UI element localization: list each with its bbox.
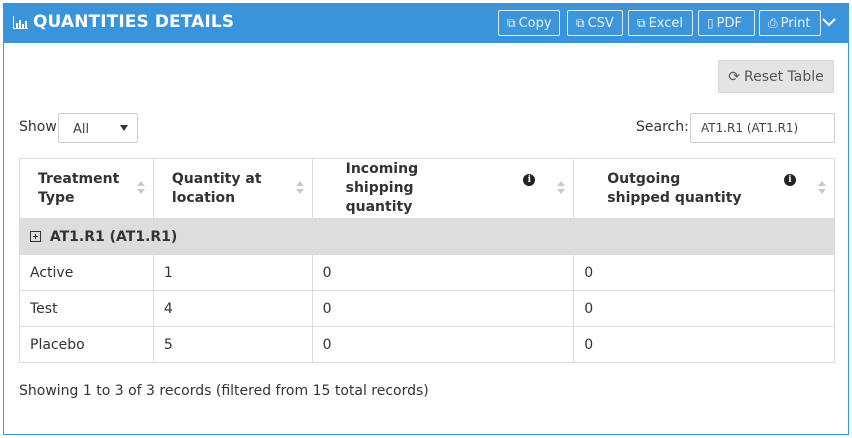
sort-icon [557,181,566,197]
file-pdf-icon: ▯ [707,16,714,30]
print-icon: ⎙ [768,15,778,30]
refresh-icon: ⟳ [728,68,740,85]
search-label: Search: [636,119,689,135]
copy-icon: ⧉ [576,15,585,30]
csv-button[interactable]: ⧉ CSV [567,10,623,36]
info-icon[interactable]: i [523,174,536,186]
cell-outgoing: 0 [573,290,835,327]
search-input[interactable] [690,113,835,143]
panel-title-text: QUANTITIES DETAILS [33,12,235,32]
pdf-button-label: PDF [716,15,742,31]
bar-chart-icon [13,15,28,29]
pdf-button[interactable]: ▯ PDF [698,10,755,36]
table-row: Test 4 0 0 [19,290,835,327]
column-header-label: Treatment Type [38,170,120,206]
print-button[interactable]: ⎙ Print [759,10,821,36]
copy-icon: ⧉ [507,15,516,30]
cell-quantity: 5 [152,326,313,363]
show-entries-select[interactable]: All [58,113,138,143]
column-header-outgoing-shipped-quantity[interactable]: Outgoing shipped quantity i [573,158,835,219]
table-info: Showing 1 to 3 of 3 records (filtered fr… [19,383,429,399]
excel-button[interactable]: ⧉ Excel [628,10,693,36]
table-row: Active 1 0 0 [19,254,835,291]
cell-treatment-type: Active [19,254,154,291]
column-header-incoming-shipping-quantity[interactable]: Incoming shipping quantity i [311,158,575,219]
cell-treatment-type: Placebo [19,326,154,363]
column-header-label: Incoming shipping quantity [345,161,419,215]
cell-treatment-type: Test [19,290,154,327]
quantities-details-panel: QUANTITIES DETAILS ⧉ Copy ⧉ CSV ⧉ Excel … [3,3,849,435]
reset-table-label: Reset Table [743,68,824,85]
expand-icon[interactable] [30,230,41,242]
cell-incoming: 0 [311,254,575,291]
panel-header: QUANTITIES DETAILS ⧉ Copy ⧉ CSV ⧉ Excel … [4,4,848,43]
cell-outgoing: 0 [573,326,835,363]
column-header-quantity-at-location[interactable]: Quantity at location [152,158,313,219]
cell-quantity: 1 [152,254,313,291]
info-icon[interactable]: i [784,174,796,186]
column-header-label: Outgoing shipped quantity [607,170,742,206]
group-row[interactable]: AT1.R1 (AT1.R1) [19,218,835,255]
cell-quantity: 4 [152,290,313,327]
column-header-label: Quantity at location [171,170,262,206]
copy-icon: ⧉ [637,15,646,30]
print-button-label: Print [780,15,811,31]
table-row: Placebo 5 0 0 [19,326,835,363]
column-header-treatment-type[interactable]: Treatment Type [19,158,154,219]
caret-down-icon [120,125,128,131]
reset-table-button[interactable]: ⟳ Reset Table [718,60,834,93]
cell-outgoing: 0 [573,254,835,291]
chevron-down-icon[interactable] [822,15,836,29]
sort-icon [295,181,304,197]
group-cell[interactable]: AT1.R1 (AT1.R1) [19,218,835,255]
sort-icon [818,181,826,197]
show-entries-value: All [73,122,90,137]
sort-icon [136,181,145,197]
copy-button[interactable]: ⧉ Copy [498,10,560,36]
group-label: AT1.R1 (AT1.R1) [49,228,178,245]
show-label: Show [19,119,57,135]
excel-button-label: Excel [648,15,684,31]
panel-title: QUANTITIES DETAILS [13,12,234,32]
copy-button-label: Copy [518,15,552,31]
quantities-table: Treatment Type Quantity at location Inco… [19,158,835,363]
cell-incoming: 0 [311,326,575,363]
csv-button-label: CSV [587,15,614,31]
table-header-row: Treatment Type Quantity at location Inco… [19,158,835,219]
cell-incoming: 0 [311,290,575,327]
